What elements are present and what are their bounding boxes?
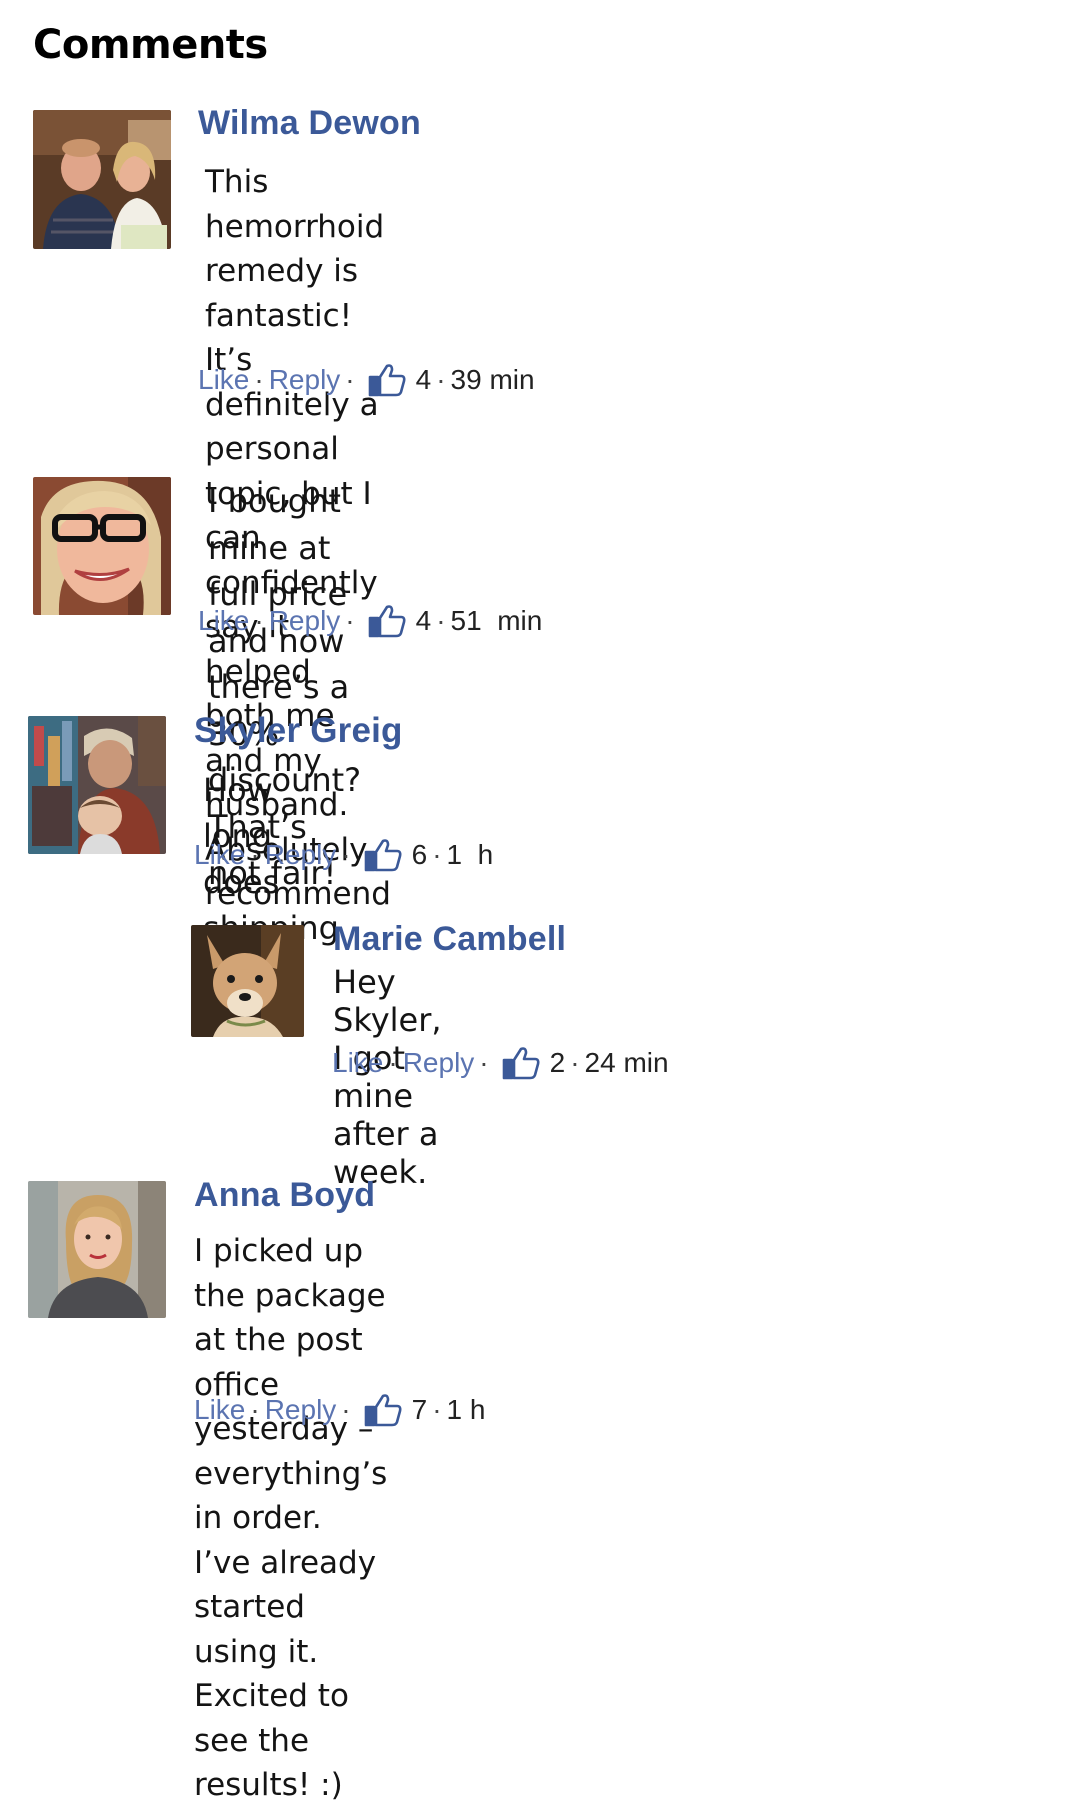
thumbs-up-icon[interactable] xyxy=(364,838,402,872)
like-link[interactable]: Like xyxy=(198,364,249,396)
separator-dot: · xyxy=(250,839,260,870)
commenter-name[interactable]: Skyler Greig xyxy=(194,711,403,751)
separator-dot: · xyxy=(254,364,264,395)
reply-link[interactable]: Reply xyxy=(403,1047,475,1079)
comments-section: Comments Wilma Dewon This hemorrhoid rem… xyxy=(0,0,1080,1803)
comment-time: 1 h xyxy=(446,839,494,870)
comment-time: 51 min xyxy=(450,605,543,636)
comment-time: 1 h xyxy=(446,1394,486,1425)
thumbs-up-icon[interactable] xyxy=(364,1393,402,1427)
comment-actions: Like · Reply · 7 · 1 h xyxy=(194,1393,485,1427)
separator-dot: · xyxy=(570,1047,580,1078)
separator-dot: · xyxy=(345,605,355,636)
woman-portrait-photo xyxy=(28,1181,166,1318)
separator-dot: · xyxy=(479,1047,489,1078)
separator-dot: · xyxy=(432,839,442,870)
avatar[interactable] xyxy=(28,716,166,854)
avatar[interactable] xyxy=(28,1181,166,1318)
separator-dot: · xyxy=(341,839,351,870)
comment-actions: Like · Reply · 4 · 39 min xyxy=(198,363,535,397)
avatar[interactable] xyxy=(191,925,304,1037)
commenter-name[interactable]: Anna Boyd xyxy=(194,1176,375,1215)
commenter-name[interactable]: Wilma Dewon xyxy=(198,104,421,143)
couple-photo xyxy=(33,110,171,249)
comment-actions: Like · Reply · 6 · 1 h xyxy=(194,838,493,872)
comment-line: This hemorrhoid remedy is fantastic! It’… xyxy=(205,164,385,378)
separator-dot: · xyxy=(341,1394,351,1425)
commenter-name[interactable]: Marie Cambell xyxy=(333,920,566,959)
separator-dot: · xyxy=(436,605,446,636)
comment-line: everything’s in order. I’ve already star… xyxy=(194,1455,388,1670)
thumbs-up-icon[interactable] xyxy=(368,604,406,638)
reply-link[interactable]: Reply xyxy=(269,605,341,637)
like-count: 4 xyxy=(415,605,432,636)
separator-dot: · xyxy=(432,1394,442,1425)
reply-link[interactable]: Reply xyxy=(269,364,341,396)
avatar[interactable] xyxy=(33,110,171,249)
comment-actions: Like · Reply · 2 · 24 min xyxy=(332,1046,669,1080)
dog-photo xyxy=(191,925,304,1037)
like-link[interactable]: Like xyxy=(332,1047,383,1079)
avatar[interactable] xyxy=(33,477,171,615)
comment-time: 24 min xyxy=(584,1047,669,1078)
like-link[interactable]: Like xyxy=(198,605,249,637)
separator-dot: · xyxy=(345,364,355,395)
like-count: 2 xyxy=(549,1047,566,1078)
thumbs-up-icon[interactable] xyxy=(502,1046,540,1080)
woman-child-photo xyxy=(28,716,166,854)
like-count: 7 xyxy=(411,1394,428,1425)
comments-heading: Comments xyxy=(33,22,268,68)
thumbs-up-icon[interactable] xyxy=(368,363,406,397)
like-link[interactable]: Like xyxy=(194,839,245,871)
separator-dot: · xyxy=(388,1047,398,1078)
comment-line: Excited to see the results! :) xyxy=(194,1678,349,1803)
separator-dot: · xyxy=(254,605,264,636)
reply-link[interactable]: Reply xyxy=(265,1394,337,1426)
comment-text: I picked up the package at the post offi… xyxy=(194,1229,387,1808)
like-link[interactable]: Like xyxy=(194,1394,245,1426)
like-count: 6 xyxy=(411,839,428,870)
separator-dot: · xyxy=(250,1394,260,1425)
reply-link[interactable]: Reply xyxy=(265,839,337,871)
comment-time: 39 min xyxy=(450,364,535,395)
separator-dot: · xyxy=(436,364,446,395)
comment-actions: Like · Reply · 4 · 51 min xyxy=(198,604,542,638)
like-count: 4 xyxy=(415,364,432,395)
woman-glasses-photo xyxy=(33,477,171,615)
